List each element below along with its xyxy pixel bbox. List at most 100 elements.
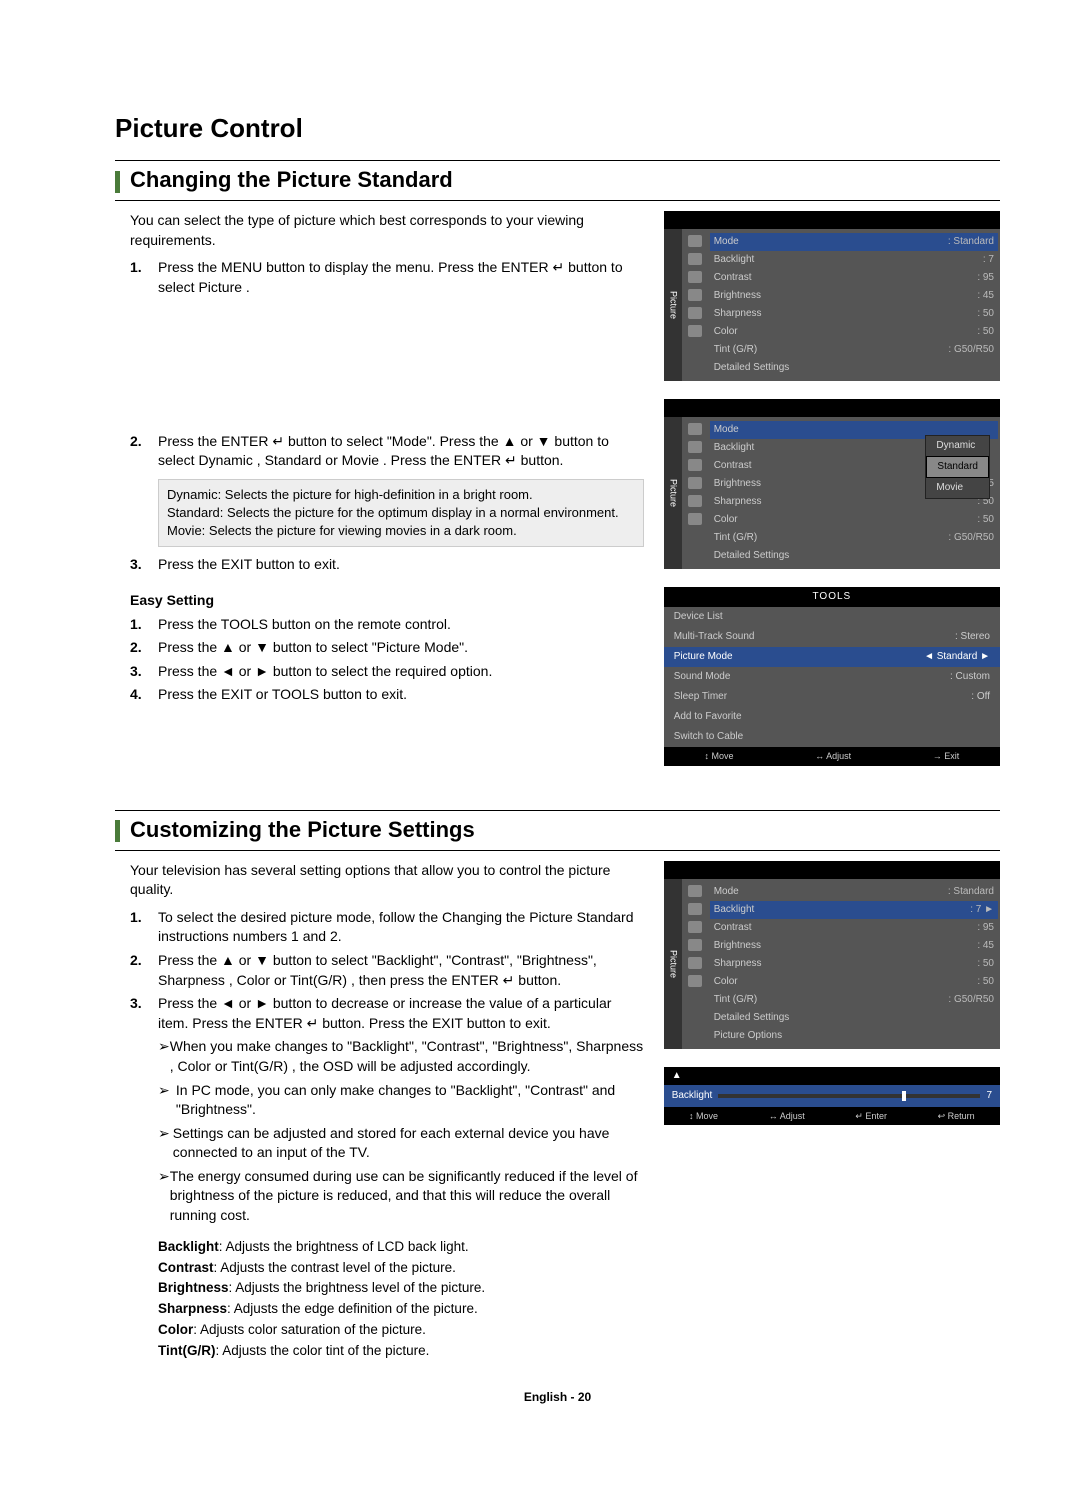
arrow-icon: ➢: [158, 1081, 176, 1120]
section-heading-1: Changing the Picture Standard: [115, 160, 1000, 201]
tools-row: Sleep Timer: Off: [664, 687, 1000, 707]
osd-tab-label: Picture: [664, 229, 682, 381]
osd-sidebar-icons: [682, 879, 708, 1049]
tools-row: Device List: [664, 607, 1000, 627]
osd-row: Sharpness: 50: [714, 305, 994, 323]
def-key: Contrast: [158, 1260, 214, 1275]
dropdown-item: Dynamic: [926, 436, 989, 456]
page-title: Picture Control: [115, 110, 1000, 146]
step-num: 2.: [130, 638, 158, 658]
page-footer: English - 20: [115, 1389, 1000, 1406]
section2-intro: Your television has several setting opti…: [130, 861, 644, 900]
tools-foot: → Exit: [933, 750, 960, 763]
tools-row: Multi-Track Sound: Stereo: [664, 627, 1000, 647]
osd-backlight-slider: ▲ Backlight 7 ↕ Move ↔ Adjust ↵ Enter ↩ …: [664, 1067, 1000, 1126]
step-num: 1.: [130, 615, 158, 635]
osd-sidebar-icons: [682, 417, 708, 569]
step-text: Press the EXIT button to exit.: [158, 555, 644, 575]
step-num: 1.: [130, 908, 158, 947]
osd-backlight: Picture Mode: StandardBacklight: 7 ►Cont…: [664, 861, 1000, 1049]
osd-row: Backlight: 7: [714, 251, 994, 269]
def-val: : Adjusts the color tint of the picture.: [216, 1343, 430, 1358]
slider-foot: ↵ Enter: [855, 1110, 887, 1123]
infobox-line: Movie: Selects the picture for viewing m…: [167, 522, 635, 540]
tools-foot: ↔ Adjust: [815, 750, 851, 763]
uptri-icon: ▲: [672, 1070, 682, 1081]
section-heading-2: Customizing the Picture Settings: [115, 810, 1000, 851]
tools-row: Switch to Cable: [664, 727, 1000, 747]
osd-row: Tint (G/R): G50/R50: [714, 529, 994, 547]
arrow-icon: ➢: [158, 1037, 170, 1076]
step-num: 4.: [130, 685, 158, 705]
osd-row: Tint (G/R): G50/R50: [714, 341, 994, 359]
step-text: Press the ▲ or ▼ button to select "Pictu…: [158, 638, 644, 658]
step-text: Press the MENU button to display the men…: [158, 258, 644, 297]
osd-row: Mode: Standard: [714, 883, 994, 901]
osd-row: Detailed Settings: [714, 1009, 994, 1027]
tools-row: Sound Mode: Custom: [664, 667, 1000, 687]
mode-dropdown: DynamicStandardMovie: [925, 435, 990, 499]
osd-tools: TOOLS Device ListMulti-Track Sound: Ster…: [664, 587, 1000, 766]
def-val: : Adjusts the brightness level of the pi…: [229, 1280, 486, 1295]
def-key: Sharpness: [158, 1301, 227, 1316]
def-val: : Adjusts the brightness of LCD back lig…: [219, 1239, 469, 1254]
tools-foot: ↕ Move: [704, 750, 733, 763]
step-text: Press the EXIT or TOOLS button to exit.: [158, 685, 644, 705]
dropdown-item: Movie: [926, 478, 989, 498]
step-num: 3.: [130, 994, 158, 1033]
step-text: Press the ◄ or ► button to decrease or i…: [158, 994, 644, 1033]
def-key: Color: [158, 1322, 193, 1337]
osd-row: Sharpness: 50: [714, 955, 994, 973]
slider-label: Backlight: [672, 1089, 713, 1103]
def-key: Backlight: [158, 1239, 219, 1254]
osd-tab-label: Picture: [664, 417, 682, 569]
osd-row: Tint (G/R): G50/R50: [714, 991, 994, 1009]
section1-intro: You can select the type of picture which…: [130, 211, 644, 250]
step-text: Press the TOOLS button on the remote con…: [158, 615, 644, 635]
osd-row: Brightness: 45: [714, 937, 994, 955]
def-val: : Adjusts the edge definition of the pic…: [227, 1301, 478, 1316]
step-num: 2.: [130, 951, 158, 990]
slider-foot: ↔ Adjust: [769, 1110, 805, 1123]
note-text: When you make changes to "Backlight", "C…: [170, 1037, 644, 1076]
step-num: 2.: [130, 432, 158, 471]
def-val: : Adjusts the contrast level of the pict…: [214, 1260, 456, 1275]
osd-row: Picture Options: [714, 1027, 994, 1045]
def-val: : Adjusts color saturation of the pictur…: [193, 1322, 426, 1337]
slider-foot: ↩ Return: [938, 1110, 975, 1123]
step-text: To select the desired picture mode, foll…: [158, 908, 644, 947]
step-text: Press the ▲ or ▼ button to select "Backl…: [158, 951, 644, 990]
dropdown-item: Standard: [926, 456, 989, 478]
osd-row: Color: 50: [714, 323, 994, 341]
osd-picture-mode: Picture Mode: StandardBacklight: 7Contra…: [664, 211, 1000, 381]
note-text: Settings can be adjusted and stored for …: [173, 1124, 644, 1163]
osd-tab-label: Picture: [664, 879, 682, 1049]
osd-row: Brightness: 45: [714, 287, 994, 305]
step-num: 3.: [130, 662, 158, 682]
infobox-line: Standard: Selects the picture for the op…: [167, 504, 635, 522]
step-num: 3.: [130, 555, 158, 575]
tools-row: Picture Mode◄ Standard ►: [664, 647, 1000, 667]
tools-row: Add to Favorite: [664, 707, 1000, 727]
note-text: The energy consumed during use can be si…: [170, 1167, 644, 1226]
def-key: Brightness: [158, 1280, 229, 1295]
slider-value: 7: [986, 1089, 992, 1103]
tools-title: TOOLS: [664, 587, 1000, 607]
osd-picture-mode-dropdown: Picture ModeBacklightContrastBrightness:…: [664, 399, 1000, 569]
osd-row: Mode: Standard: [710, 233, 998, 251]
easy-setting-head: Easy Setting: [130, 591, 644, 611]
osd-row: Detailed Settings: [714, 359, 994, 377]
def-key: Tint(G/R): [158, 1343, 216, 1358]
step-num: 1.: [130, 258, 158, 297]
osd-row: Backlight: 7 ►: [710, 901, 998, 919]
osd-row: Detailed Settings: [714, 547, 994, 565]
arrow-icon: ➢: [158, 1167, 170, 1226]
note-text: In PC mode, you can only make changes to…: [176, 1081, 644, 1120]
osd-sidebar-icons: [682, 229, 708, 381]
osd-row: Contrast: 95: [714, 919, 994, 937]
mode-infobox: Dynamic: Selects the picture for high-de…: [158, 479, 644, 548]
infobox-line: Dynamic: Selects the picture for high-de…: [167, 486, 635, 504]
osd-row: Contrast: 95: [714, 269, 994, 287]
osd-row: Color: 50: [714, 511, 994, 529]
step-text: Press the ◄ or ► button to select the re…: [158, 662, 644, 682]
